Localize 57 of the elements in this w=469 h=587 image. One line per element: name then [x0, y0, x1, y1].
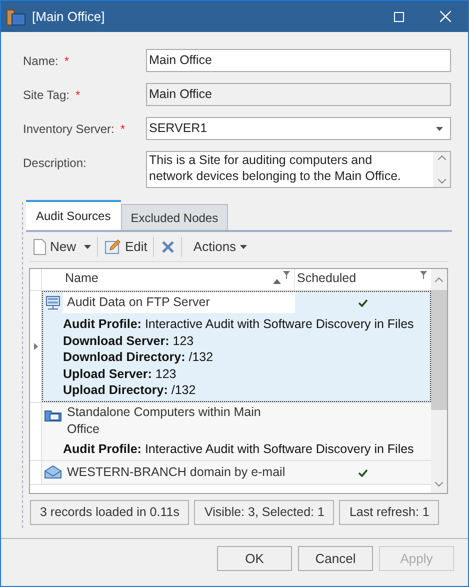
close-icon — [440, 11, 450, 22]
status-panel: Visible: 3, Selected: 1 — [194, 500, 334, 525]
filter-icon[interactable] — [283, 271, 290, 279]
name-field[interactable]: Main Office — [146, 49, 451, 72]
current-row-icon — [34, 342, 38, 350]
document-icon — [33, 238, 46, 254]
required-mark: * — [120, 121, 126, 138]
caret-icon — [240, 244, 248, 248]
computer-icon — [45, 295, 61, 311]
detail-line: Upload Server: 123 — [63, 366, 178, 382]
column-header[interactable]: Scheduled — [295, 269, 431, 290]
pencil-icon — [105, 239, 122, 254]
source-name: Standalone Computers within Main Office — [67, 404, 262, 438]
actions-menu[interactable]: Actions — [185, 236, 256, 258]
source-name: WESTERN-BRANCH domain by e-mail — [67, 464, 286, 481]
status-panel: Last refresh: 1 — [339, 500, 440, 525]
required-mark: * — [64, 53, 70, 70]
source-name: Audit Data on FTP Server — [67, 294, 211, 311]
window-title: [Main Office] — [32, 8, 105, 26]
field-label: Name: — [23, 53, 58, 70]
grid-row[interactable]: Audit Data on FTP Server Audit Profile: Interactive Audit with Software Discovery in Files Download Server: 123 Download Directory: /132 Upload Server: 123 Upload Directory: /132 — [42, 291, 431, 402]
field-label: Inventory Server: — [23, 121, 114, 138]
scrollbar[interactable] — [433, 152, 450, 187]
server-dropdown[interactable]: SERVER1 — [146, 117, 451, 140]
column-header[interactable]: Name — [63, 269, 295, 290]
detail-line: Upload Directory: /132 — [63, 382, 197, 398]
detail-line: Download Directory: /132 — [63, 349, 214, 366]
scroll-up-icon — [438, 155, 446, 160]
tab[interactable]: Audit Sources — [26, 200, 121, 230]
detail-line: Download Server: 123 — [63, 332, 195, 349]
field-label: Site Tag: — [23, 87, 70, 104]
edit-button[interactable]: Edit — [101, 236, 152, 258]
dialog-button[interactable]: OK — [217, 546, 292, 571]
caret-icon — [84, 244, 92, 248]
dialog-button[interactable]: Cancel — [298, 546, 373, 571]
status-panel: 3 records loaded in 0.11s — [30, 500, 190, 525]
filter-icon[interactable] — [420, 271, 427, 279]
scroll-down-icon — [438, 179, 446, 184]
detail-line: Audit Profile: Interactive Audit with Software Discovery in Files — [63, 440, 415, 457]
grid-row[interactable]: WESTERN-BRANCH domain by e-mail — [42, 461, 431, 484]
detail-line: Audit Profile: Interactive Audit with Software Discovery in Files — [63, 316, 415, 332]
building-icon — [6, 8, 26, 26]
description-field[interactable]: This is a Site for auditing computers and network devices belonging to the Main Office. — [146, 151, 451, 188]
scroll-down-icon — [435, 482, 443, 487]
required-mark: * — [75, 87, 80, 104]
scroll-thumb[interactable] — [431, 290, 447, 410]
delete-icon — [161, 240, 176, 254]
envelope-icon — [44, 465, 62, 479]
maximize-icon — [394, 12, 404, 22]
tab[interactable]: Excluded Nodes — [120, 204, 228, 230]
scroll-up-icon — [435, 277, 443, 282]
scrollbar[interactable] — [431, 269, 447, 493]
dropdown-arrow-icon — [436, 126, 443, 130]
field-label: Description: — [23, 155, 86, 172]
site-tag-field[interactable]: Main Office — [146, 83, 451, 106]
new-button[interactable]: New — [29, 236, 96, 258]
grid-row[interactable]: Standalone Computers within Main Office Audit Profile: Interactive Audit with Software Discovery in Files — [42, 402, 431, 460]
